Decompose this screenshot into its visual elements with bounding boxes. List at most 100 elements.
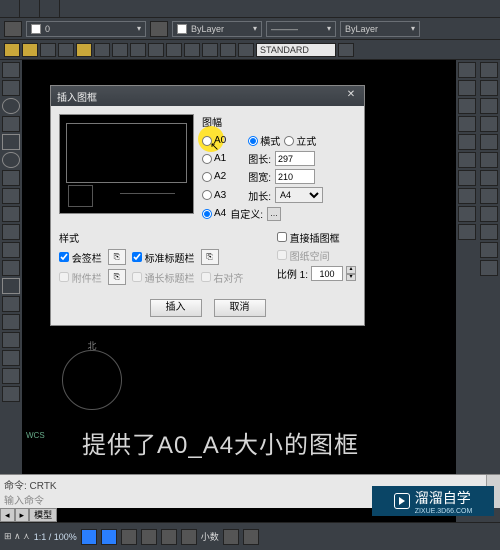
cancel-button[interactable]: 取消: [214, 299, 266, 317]
tool-icon[interactable]: [2, 314, 20, 330]
mod-icon[interactable]: [480, 242, 498, 258]
radio-vertical[interactable]: 立式: [284, 133, 316, 148]
radio-a3[interactable]: A3: [202, 190, 226, 201]
mod-icon[interactable]: [458, 170, 476, 186]
insert-button[interactable]: 插入: [150, 299, 202, 317]
mod-icon[interactable]: [480, 80, 498, 96]
view-compass[interactable]: 北: [62, 350, 122, 410]
status-btn[interactable]: [243, 529, 259, 545]
mod-icon[interactable]: [480, 62, 498, 78]
tool-icon[interactable]: [166, 43, 182, 57]
cb-right-align[interactable]: 右对齐: [201, 270, 244, 285]
cb-signature[interactable]: 会签栏: [59, 250, 102, 265]
tool-icon[interactable]: [184, 43, 200, 57]
scale-input[interactable]: [311, 266, 343, 281]
mod-icon[interactable]: [480, 206, 498, 222]
tool-circle-icon[interactable]: [2, 98, 20, 114]
mod-icon[interactable]: [458, 62, 476, 78]
extend-select[interactable]: A4: [275, 187, 323, 203]
tool-icon[interactable]: [76, 43, 92, 57]
tool-region-icon[interactable]: [2, 278, 20, 294]
tool-icon[interactable]: [338, 43, 354, 57]
cb-attachment[interactable]: 附件栏: [59, 270, 102, 285]
radio-horizontal[interactable]: 横式: [248, 133, 280, 148]
tool-icon[interactable]: [2, 332, 20, 348]
tool-block-icon[interactable]: [2, 242, 20, 258]
lineweight-dropdown[interactable]: ByLayer▾: [340, 21, 420, 37]
tool-icon[interactable]: [2, 386, 20, 402]
status-btn[interactable]: [181, 529, 197, 545]
mod-icon[interactable]: [458, 134, 476, 150]
status-btn[interactable]: [161, 529, 177, 545]
tool-spline-icon[interactable]: [2, 170, 20, 186]
tool-icon[interactable]: [112, 43, 128, 57]
mod-icon[interactable]: [458, 206, 476, 222]
layer-icon[interactable]: [4, 21, 22, 37]
standard-dropdown[interactable]: STANDARD: [256, 43, 336, 57]
tool-ellipse-icon[interactable]: [2, 152, 20, 168]
tool-point-icon[interactable]: [2, 206, 20, 222]
tab-nav-right[interactable]: ▸: [15, 508, 30, 522]
tool-icon[interactable]: [2, 350, 20, 366]
mod-icon[interactable]: [480, 188, 498, 204]
scale-spinner[interactable]: ▴▾: [346, 266, 356, 281]
status-btn[interactable]: [223, 529, 239, 545]
tool-icon[interactable]: [2, 296, 20, 312]
tool-line-icon[interactable]: [2, 62, 20, 78]
cb-direct-insert[interactable]: 直接插图框: [277, 230, 356, 245]
layer-btn[interactable]: [150, 21, 168, 37]
tool-icon[interactable]: [4, 43, 20, 57]
tool-icon[interactable]: [202, 43, 218, 57]
layer-dropdown[interactable]: 0▾: [26, 21, 146, 37]
mod-icon[interactable]: [458, 80, 476, 96]
status-btn[interactable]: [101, 529, 117, 545]
tool-icon[interactable]: [238, 43, 254, 57]
tool-rect-icon[interactable]: [2, 134, 20, 150]
tool-icon[interactable]: [148, 43, 164, 57]
status-btn[interactable]: [81, 529, 97, 545]
mod-icon[interactable]: [480, 98, 498, 114]
tool-table-icon[interactable]: [2, 260, 20, 276]
att-browse-button[interactable]: ⎘: [108, 269, 126, 285]
mod-icon[interactable]: [480, 152, 498, 168]
status-btn[interactable]: [141, 529, 157, 545]
close-icon[interactable]: ✕: [344, 89, 358, 103]
tool-icon[interactable]: [220, 43, 236, 57]
mod-icon[interactable]: [480, 260, 498, 276]
tool-hatch-icon[interactable]: [2, 188, 20, 204]
mod-icon[interactable]: [480, 116, 498, 132]
status-btn[interactable]: [121, 529, 137, 545]
mod-icon[interactable]: [458, 98, 476, 114]
linetype-dropdown[interactable]: ———▾: [266, 21, 336, 37]
tool-icon[interactable]: [94, 43, 110, 57]
width-input[interactable]: [275, 169, 315, 184]
tool-icon[interactable]: [58, 43, 74, 57]
tool-icon[interactable]: [22, 43, 38, 57]
radio-a2[interactable]: A2: [202, 171, 226, 182]
mod-icon[interactable]: [480, 134, 498, 150]
cb-long-title[interactable]: 通长标题栏: [132, 270, 195, 285]
cb-paper-space[interactable]: 图纸空间: [277, 248, 356, 263]
mod-icon[interactable]: [480, 224, 498, 240]
custom-browse-button[interactable]: …: [267, 207, 281, 221]
tool-arc-icon[interactable]: [2, 116, 20, 132]
mod-icon[interactable]: [458, 188, 476, 204]
radio-a1[interactable]: A1: [202, 153, 226, 164]
mod-icon[interactable]: [480, 170, 498, 186]
color-dropdown[interactable]: ByLayer▾: [172, 21, 262, 37]
snap-icons[interactable]: ⊞ ∧ ⋏: [4, 531, 30, 542]
mod-icon[interactable]: [458, 116, 476, 132]
tool-pline-icon[interactable]: [2, 80, 20, 96]
tool-icon[interactable]: [130, 43, 146, 57]
sig-browse-button[interactable]: ⎘: [108, 249, 126, 265]
dialog-titlebar[interactable]: 插入图框 ✕: [51, 86, 364, 106]
radio-a4[interactable]: A4: [202, 208, 226, 219]
std-browse-button[interactable]: ⎘: [201, 249, 219, 265]
tool-icon[interactable]: [2, 368, 20, 384]
tool-text-icon[interactable]: [2, 224, 20, 240]
length-input[interactable]: [275, 151, 315, 166]
tab-nav-left[interactable]: ◂: [0, 508, 15, 522]
mod-icon[interactable]: [458, 224, 476, 240]
cb-standard-title[interactable]: 标准标题栏: [132, 250, 195, 265]
mod-icon[interactable]: [458, 152, 476, 168]
